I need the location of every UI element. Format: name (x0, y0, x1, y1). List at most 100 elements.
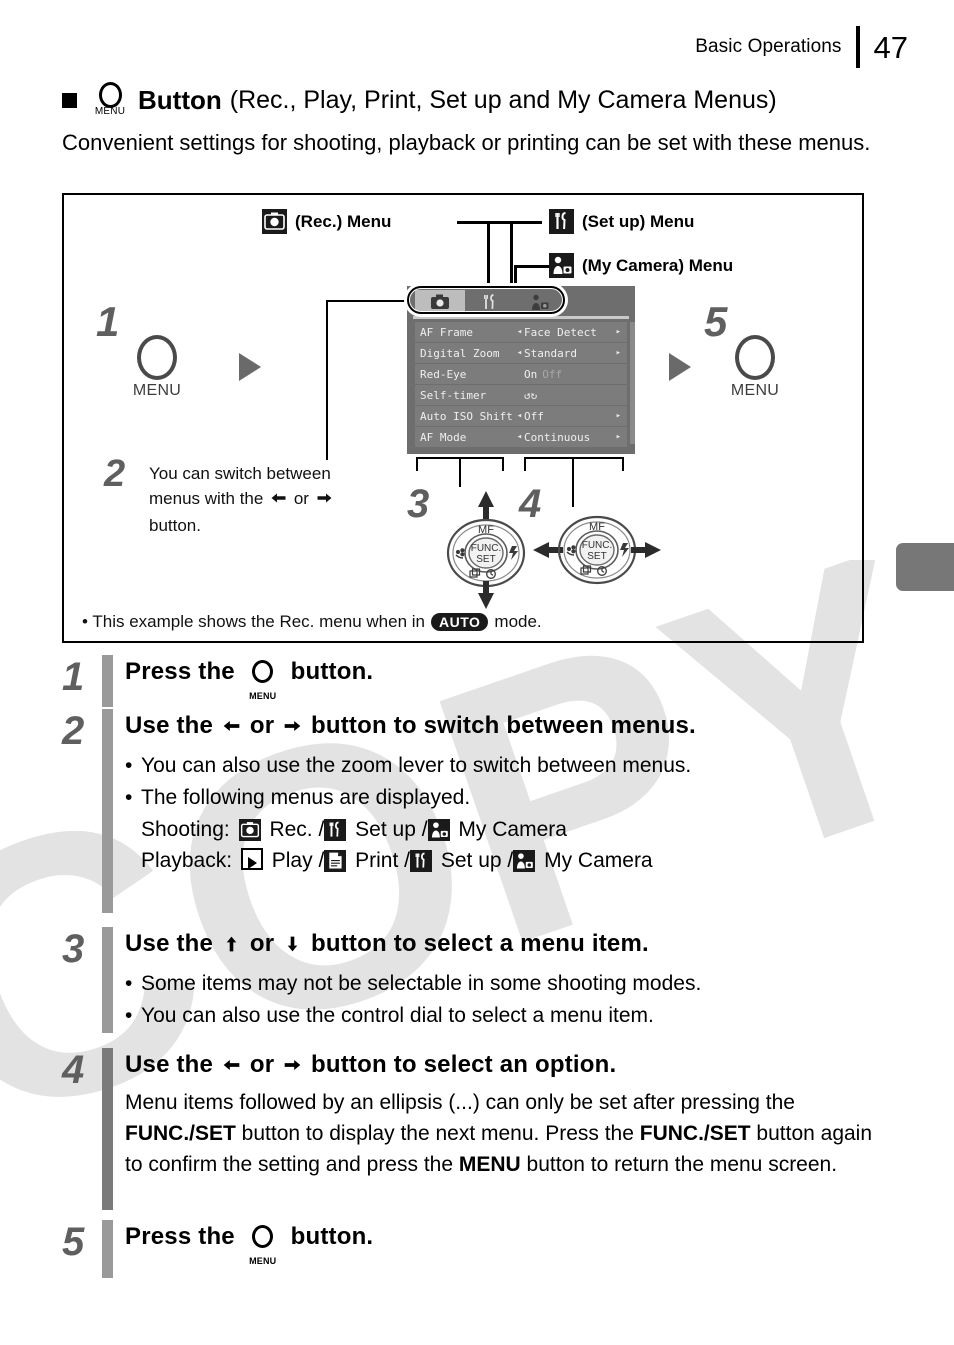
section-title-bold: Button (138, 84, 222, 115)
macro-flower-icon (566, 545, 576, 556)
lcd-row-right-arrow[interactable]: ▸ (616, 348, 621, 358)
step-1-bar (102, 655, 113, 707)
right-arrow-icon (316, 488, 333, 513)
lcd-row-digital-zoom[interactable]: Digital Zoom ◂ Standard ▸ (415, 343, 627, 363)
dial-mf-label: MF (478, 524, 494, 536)
dial-func-label: FUNC. (471, 543, 502, 554)
lcd-row-right-arrow[interactable]: ▸ (616, 432, 621, 442)
connector-setup-horizontal (487, 221, 542, 224)
step-3-title-a: Use the (125, 930, 214, 957)
playback-item-print: Print (355, 849, 399, 872)
step-1-title: Press the MENU button. (125, 655, 874, 701)
flash-icon (509, 546, 518, 560)
lcd-row-value-alt: Off (542, 367, 563, 381)
lcd-row-af-mode[interactable]: AF Mode ◂ Continuous ▸ (415, 427, 627, 447)
step-4-para-4: button to return the menu screen. (520, 1153, 838, 1176)
step-2-number: 2 (62, 709, 85, 753)
step-5-title-a: Press the (125, 1223, 235, 1250)
auto-mode-badge: AUTO (430, 613, 489, 631)
lcd-menu-rows: AF Frame ◂ Face Detect ▸ Digital Zoom ◂ … (415, 322, 627, 448)
lcd-row-left-arrow[interactable]: ◂ (515, 411, 524, 421)
step-4-bold-menu: MENU (458, 1153, 521, 1176)
menu-button-icon: MENU (246, 660, 280, 701)
step2-note-line2-text: menus with the (149, 489, 264, 508)
lcd-row-value: Standard (524, 346, 577, 360)
step-3-bullet-2: • You can also use the control dial to s… (125, 1000, 874, 1032)
lcd-row-value: ↺↻ (524, 388, 538, 402)
shooting-item-rec: Rec. (269, 818, 313, 841)
lcd-row-label: Digital Zoom (420, 346, 500, 360)
step-4-title-a: Use the (125, 1051, 214, 1078)
lcd-menu-screen: AF Frame ◂ Face Detect ▸ Digital Zoom ◂ … (407, 286, 635, 454)
macro-flower-icon (455, 548, 465, 559)
connector-step2-vertical (326, 300, 328, 460)
connector-rec-vertical (510, 221, 513, 291)
lcd-row-auto-iso-shift[interactable]: Auto ISO Shift ◂ Off ▸ (415, 406, 627, 426)
black-square-icon (62, 92, 77, 108)
page-number: 47 (873, 29, 908, 65)
lcd-row-right-arrow[interactable]: ▸ (616, 411, 621, 421)
step-4-para-2: button to display the next menu. Press t… (235, 1122, 640, 1145)
arrow-right-step1 (239, 353, 261, 381)
playback-item-setup: Set up (440, 849, 502, 872)
dial-set-label: SET (476, 554, 495, 565)
left-arrow-icon (222, 1050, 241, 1083)
bracket4-right-tick (622, 457, 624, 471)
step-5-number: 5 (62, 1220, 85, 1264)
print-icon (324, 850, 347, 872)
footnote-text-b: mode. (494, 612, 542, 631)
lcd-row-left-arrow[interactable]: ◂ (515, 327, 524, 337)
right-arrow-icon (283, 1050, 302, 1083)
lcd-row-label: Red-Eye (420, 367, 467, 381)
lcd-row-red-eye[interactable]: Red-Eye On Off (415, 364, 627, 384)
callout-setup-menu-label: (Set up) Menu (582, 211, 695, 231)
my-camera-icon (513, 850, 536, 872)
step-4-para-1: Menu items followed by an ellipsis (...)… (125, 1091, 795, 1114)
lcd-row-value: Face Detect (524, 325, 597, 339)
dial-step-4[interactable]: FUNC. SET MF (527, 500, 667, 605)
step-5: 5 Press the MENU button. (62, 1220, 874, 1278)
diagram-step-2-note: You can switch between menus with the or… (149, 461, 389, 538)
lcd-scrollbar[interactable] (630, 322, 635, 444)
right-arrow-icon (283, 711, 302, 744)
bracket3-right-tick (502, 457, 504, 471)
dial-mf-label: MF (589, 521, 605, 533)
arrow-right-step5 (669, 353, 691, 381)
lcd-tab-my-camera[interactable] (515, 290, 565, 314)
step-3-bullet-1: • Some items may not be selectable in so… (125, 968, 874, 1000)
lcd-row-left-arrow[interactable]: ◂ (515, 348, 524, 358)
diagram-menu-button-left[interactable]: MENU (129, 335, 185, 400)
diagram-menu-button-right[interactable]: MENU (727, 335, 783, 400)
lcd-tab-setup[interactable] (465, 290, 515, 314)
step-4-bold-func-set-1: FUNC./SET (125, 1122, 236, 1145)
step-1-number: 1 (62, 655, 85, 699)
menu-button-label: MENU (132, 382, 182, 399)
menu-button-icon: MENU (246, 1225, 280, 1266)
down-arrow-icon (283, 929, 302, 962)
section-lede: Convenient settings for shooting, playba… (62, 130, 871, 155)
bracket3-stem (459, 457, 461, 487)
menu-button-ring (137, 335, 177, 380)
step-3-bar (102, 927, 113, 1033)
lcd-row-label: AF Mode (420, 430, 467, 444)
lcd-row-right-arrow[interactable]: ▸ (616, 327, 621, 337)
chapter-edge-tab (896, 543, 954, 591)
step-4-paragraph: Menu items followed by an ellipsis (...)… (125, 1087, 874, 1180)
lcd-row-left-arrow[interactable]: ◂ (515, 432, 524, 442)
step-3-number: 3 (62, 927, 85, 971)
my-camera-icon (549, 253, 574, 278)
step-2-title-b: button to switch between menus. (311, 712, 696, 739)
step-5-bar (102, 1220, 113, 1278)
steps-list: 1 Press the MENU button. 2 Use the or bu… (62, 655, 874, 1278)
lcd-row-self-timer[interactable]: Self-timer ↺↻ (415, 385, 627, 405)
dial-up-arrow-icon (478, 491, 494, 521)
footnote-text-a: • This example shows the Rec. menu when … (82, 612, 425, 631)
lcd-row-af-frame[interactable]: AF Frame ◂ Face Detect ▸ (415, 322, 627, 342)
step-2-bullet-2: • The following menus are displayed. (125, 782, 874, 814)
diagram-step-1-number: 1 (96, 298, 120, 345)
connector-setup-vertical (487, 221, 490, 291)
lcd-tab-rec[interactable] (415, 290, 465, 314)
shooting-item-mycamera: My Camera (458, 818, 567, 841)
bullet-dot: • (125, 972, 133, 995)
rec-camera-icon (262, 209, 287, 234)
